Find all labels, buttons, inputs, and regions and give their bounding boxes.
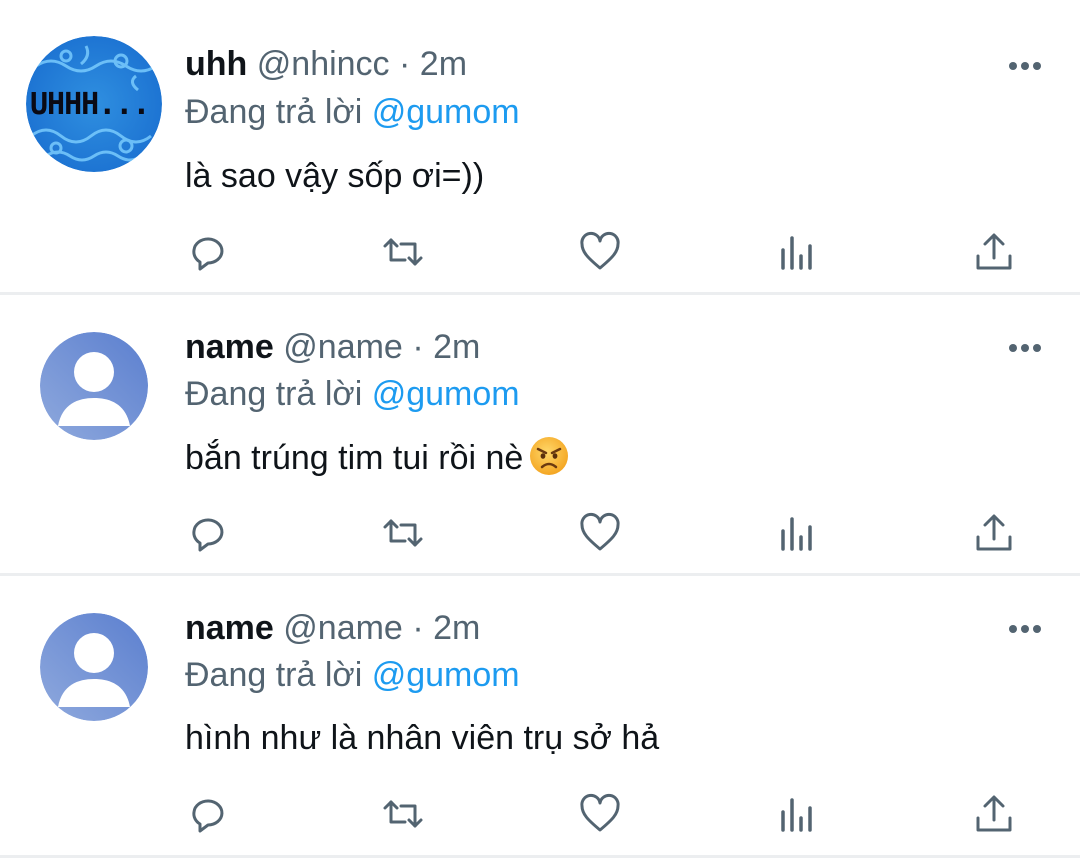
tweet-text: bắn trúng tim tui rồi nè: [185, 436, 569, 479]
angry-face-emoji: [529, 436, 569, 476]
display-name[interactable]: uhh: [185, 45, 247, 83]
like-icon[interactable]: [578, 511, 622, 555]
mention-link[interactable]: @gumom: [372, 656, 520, 694]
avatar[interactable]: [40, 613, 148, 721]
action-bar: [0, 511, 1080, 552]
avatar[interactable]: UHHH...: [26, 36, 162, 172]
avatar-text: UHHH...: [30, 87, 149, 122]
tweet[interactable]: name @name · 2m Đang trả lời @gumom bắn …: [0, 295, 1080, 575]
tweet-text: là sao vậy sốp ơi=)): [185, 157, 485, 195]
user-handle[interactable]: @name: [283, 328, 403, 366]
like-icon[interactable]: [578, 792, 622, 836]
tweet-header: name @name · 2m: [185, 327, 480, 367]
user-handle[interactable]: @name: [283, 609, 403, 647]
timestamp[interactable]: 2m: [420, 45, 467, 83]
like-icon[interactable]: [578, 230, 622, 274]
action-bar: [0, 230, 1080, 271]
retweet-icon[interactable]: [381, 792, 425, 836]
reply-icon[interactable]: [186, 230, 230, 274]
tweet[interactable]: name @name · 2m Đang trả lời @gumom hình…: [0, 576, 1080, 856]
mention-link[interactable]: @gumom: [372, 375, 520, 413]
tweet-text: hình như là nhân viên trụ sở hả: [185, 719, 660, 757]
tweet-header: uhh @nhincc · 2m: [185, 44, 467, 84]
avatar[interactable]: [40, 332, 148, 440]
timestamp[interactable]: 2m: [433, 609, 480, 647]
share-icon[interactable]: [972, 792, 1016, 836]
share-icon[interactable]: [972, 511, 1016, 555]
reply-icon[interactable]: [186, 792, 230, 836]
views-icon[interactable]: [775, 230, 819, 274]
reply-prefix: Đang trả lời: [185, 93, 363, 131]
reply-prefix: Đang trả lời: [185, 375, 363, 413]
replying-to: Đang trả lời @gumom: [185, 374, 520, 414]
more-icon[interactable]: [1008, 621, 1042, 633]
tweet[interactable]: UHHH... uhh @nhincc · 2m Đang trả lời @g…: [0, 0, 1080, 280]
display-name[interactable]: name: [185, 609, 274, 647]
tweet-text-content: bắn trúng tim tui rồi nè: [185, 439, 524, 477]
views-icon[interactable]: [775, 511, 819, 555]
retweet-icon[interactable]: [381, 230, 425, 274]
replying-to: Đang trả lời @gumom: [185, 655, 520, 695]
separator-dot: ·: [399, 45, 411, 83]
timestamp[interactable]: 2m: [433, 328, 480, 366]
more-icon[interactable]: [1008, 340, 1042, 352]
action-bar: [0, 792, 1080, 833]
reply-icon[interactable]: [186, 511, 230, 555]
user-handle[interactable]: @nhincc: [257, 45, 390, 83]
mention-link[interactable]: @gumom: [372, 93, 520, 131]
replying-to: Đang trả lời @gumom: [185, 92, 520, 132]
separator-dot: ·: [412, 328, 424, 366]
views-icon[interactable]: [775, 792, 819, 836]
retweet-icon[interactable]: [381, 511, 425, 555]
tweet-header: name @name · 2m: [185, 608, 480, 648]
separator-dot: ·: [412, 609, 424, 647]
share-icon[interactable]: [972, 230, 1016, 274]
reply-prefix: Đang trả lời: [185, 656, 363, 694]
display-name[interactable]: name: [185, 328, 274, 366]
more-icon[interactable]: [1008, 58, 1042, 70]
